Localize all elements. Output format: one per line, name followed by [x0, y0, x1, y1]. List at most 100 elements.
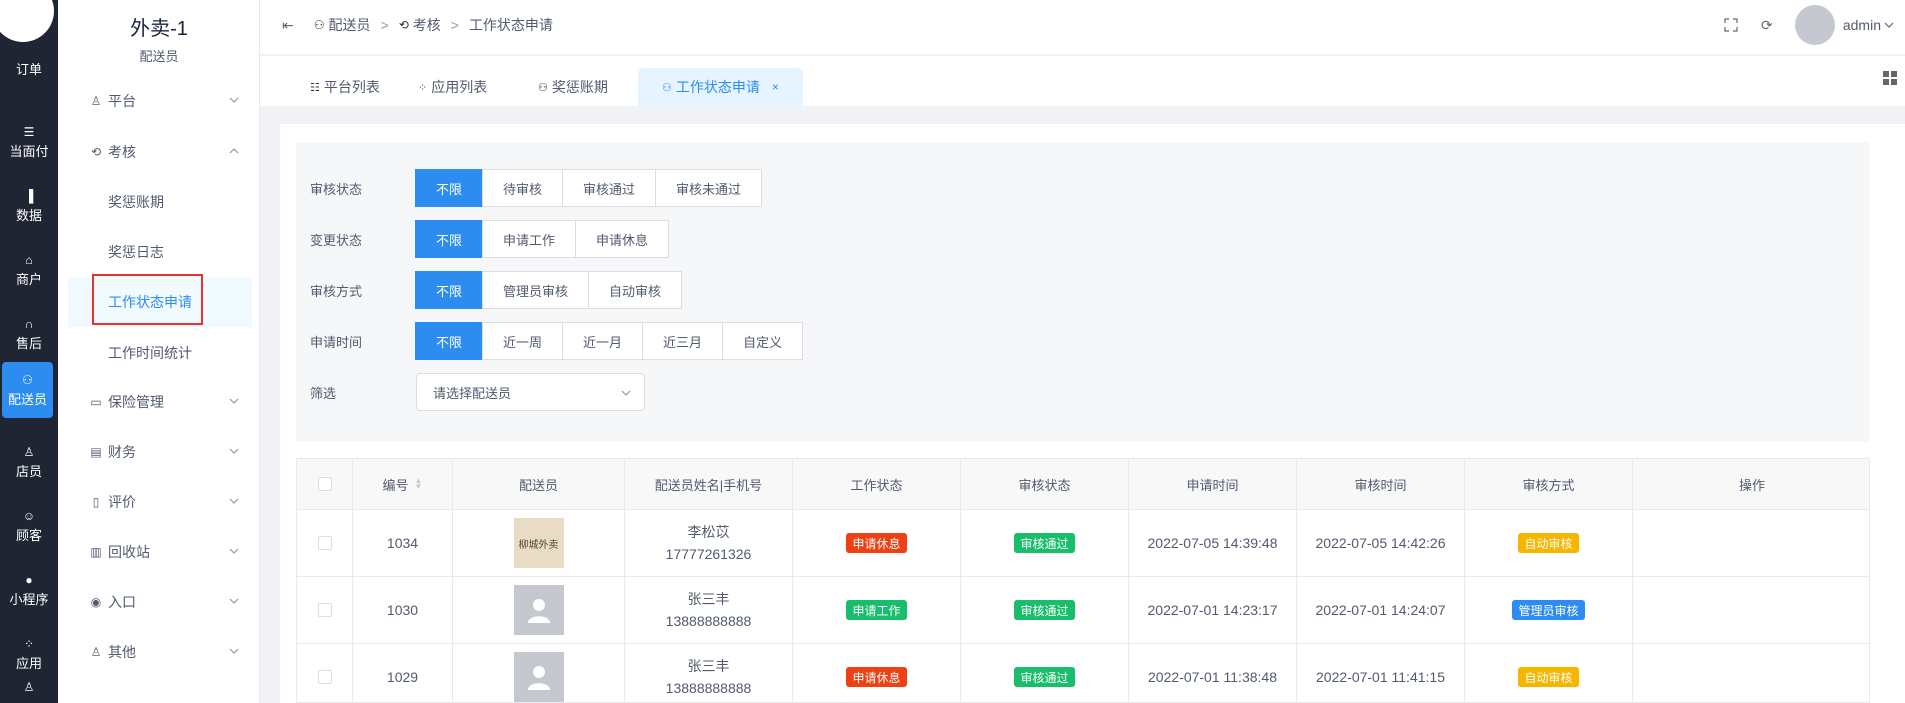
cell-work-status: 申请休息 — [793, 510, 961, 576]
tab-work-status-apply[interactable]: ⚇ 工作状态申请 × — [638, 68, 803, 106]
filter-label: 审核方式 — [310, 283, 363, 299]
cell-name-phone: 张三丰 13888888888 — [625, 577, 793, 643]
tab-reward-period[interactable]: ⚇ 奖惩账期 — [538, 68, 608, 106]
option-button[interactable]: 待审核 — [482, 169, 564, 207]
rail-item-apps[interactable]: ⁘ 应用 — [0, 626, 58, 682]
collapse-menu-icon[interactable]: ⇤ — [282, 17, 294, 34]
select-placeholder: 请选择配送员 — [433, 385, 512, 401]
audit-method-badge: 自动审核 — [1518, 533, 1579, 553]
top-header: ⇤ ⚇ 配送员 > ⟲ 考核 > 工作状态申请 ⟳ admin — [260, 0, 1905, 55]
audit-status-badge: 审核通过 — [1014, 533, 1075, 553]
grid-icon[interactable] — [1883, 71, 1897, 85]
tab-platform-list[interactable]: ☷ 平台列表 — [310, 68, 380, 106]
menu-entry[interactable]: ◉ 入口 — [88, 582, 258, 622]
rail-item-pay[interactable]: ☰ 当面付 — [0, 114, 58, 170]
laptop-icon: ▭ — [90, 395, 102, 409]
option-button[interactable]: 不限 — [415, 322, 484, 360]
audit-status-badge: 审核通过 — [1014, 600, 1075, 620]
fullscreen-icon[interactable] — [1723, 17, 1739, 33]
cell-audit-method: 管理员审核 — [1465, 577, 1633, 643]
menu-other[interactable]: ♙ 其他 — [88, 632, 258, 672]
rail-item-courier[interactable]: ⚇ 配送员 — [2, 362, 53, 418]
rail-item-staff[interactable]: ♙ 店员 — [0, 434, 58, 490]
row-select-cell — [297, 577, 353, 643]
menu-label: 考核 — [108, 144, 136, 160]
scooter-icon: ⚇ — [538, 81, 548, 94]
header-actions: ⟳ admin — [1723, 0, 1895, 50]
cell-apply-time: 2022-07-05 14:39:48 — [1129, 510, 1297, 576]
work-status-badge: 申请休息 — [846, 533, 907, 553]
option-button[interactable]: 近三月 — [642, 322, 724, 360]
rail-item-orders[interactable]: 订单 — [0, 48, 58, 78]
header-work-status: 工作状态 — [793, 459, 961, 509]
option-button[interactable]: 申请工作 — [482, 220, 577, 258]
option-button[interactable]: 审核未通过 — [655, 169, 763, 207]
menu-assess[interactable]: ⟲ 考核 — [88, 132, 258, 172]
menu-insurance[interactable]: ▭ 保险管理 — [88, 382, 258, 422]
row-checkbox[interactable] — [317, 670, 332, 684]
cell-avatar — [453, 644, 625, 702]
chevron-down-icon[interactable] — [1883, 19, 1895, 31]
option-button[interactable]: 不限 — [415, 271, 484, 309]
rail-item-miniapp[interactable]: ● 小程序 — [0, 562, 58, 618]
chevron-down-icon — [229, 498, 239, 504]
row-checkbox[interactable] — [317, 536, 332, 550]
finance-icon: ▤ — [90, 445, 102, 459]
menu-recycle[interactable]: ▥ 回收站 — [88, 532, 258, 572]
cell-audit-time: 2022-07-01 11:41:15 — [1297, 644, 1465, 702]
option-button[interactable]: 审核通过 — [562, 169, 657, 207]
tab-app-list[interactable]: ⁘ 应用列表 — [418, 68, 487, 106]
menu-label: 平台 — [108, 93, 136, 109]
option-button[interactable]: 申请休息 — [575, 220, 670, 258]
cell-apply-time: 2022-07-01 11:38:48 — [1129, 644, 1297, 702]
cell-actions — [1633, 644, 1869, 702]
cell-audit-status: 审核通过 — [961, 644, 1129, 702]
chevron-down-icon — [229, 97, 239, 103]
option-button[interactable]: 自定义 — [722, 322, 804, 360]
menu-review[interactable]: ▯ 评价 — [88, 482, 258, 522]
option-button[interactable]: 不限 — [415, 169, 484, 207]
reload-icon[interactable]: ⟳ — [1759, 17, 1775, 33]
submenu-work-time-stats[interactable]: 工作时间统计 — [50, 333, 200, 373]
submenu-reward-log[interactable]: 奖惩日志 — [50, 232, 200, 272]
rail-label: 应用 — [15, 655, 42, 671]
username[interactable]: admin — [1843, 17, 1881, 33]
menu-label: 评价 — [108, 494, 136, 510]
rail-item-more[interactable]: ♙ — [0, 680, 58, 703]
row-checkbox[interactable] — [317, 603, 332, 617]
avatar[interactable] — [1794, 5, 1835, 45]
header-name-phone: 配送员姓名|手机号 — [625, 459, 793, 509]
cell-audit-status: 审核通过 — [961, 577, 1129, 643]
close-icon[interactable]: × — [772, 80, 779, 94]
wechat-icon: ● — [25, 572, 33, 587]
select-all-checkbox[interactable] — [317, 477, 332, 491]
option-button[interactable]: 管理员审核 — [482, 271, 590, 309]
bar-chart-icon: ▐ — [24, 188, 34, 203]
audit-method-badge: 管理员审核 — [1512, 600, 1585, 620]
option-button[interactable]: 自动审核 — [588, 271, 683, 309]
submenu-reward-period[interactable]: 奖惩账期 — [50, 182, 200, 222]
sort-icon[interactable]: ▲ ▼ — [415, 477, 423, 491]
option-button[interactable]: 近一月 — [562, 322, 644, 360]
option-button[interactable]: 不限 — [415, 220, 484, 258]
entry-icon: ◉ — [90, 595, 102, 609]
apply-table: 编号 ▲ ▼ 配送员 配送员姓名|手机号 工作状态 审核状态 申请时间 审核时间 … — [296, 458, 1870, 703]
list-icon: ☰ — [23, 124, 35, 139]
courier-phone: 13888888888 — [665, 680, 752, 696]
rail-item-customer[interactable]: ☺ 顾客 — [0, 498, 58, 554]
breadcrumb-item-assess[interactable]: 考核 — [413, 15, 441, 35]
option-button[interactable]: 近一周 — [482, 322, 564, 360]
courier-avatar: 柳城外卖 — [513, 518, 564, 568]
menu-finance[interactable]: ▤ 财务 — [88, 432, 258, 472]
breadcrumb-item-courier[interactable]: 配送员 — [329, 15, 371, 35]
header-id[interactable]: 编号 ▲ ▼ — [353, 459, 453, 509]
header-audit-status: 审核状态 — [961, 459, 1129, 509]
cell-avatar: 柳城外卖 — [453, 510, 625, 576]
cell-work-status: 申请工作 — [793, 577, 961, 643]
courier-select[interactable]: 请选择配送员 — [416, 373, 645, 411]
menu-platform[interactable]: ♙ 平台 — [88, 81, 258, 121]
rail-label: 顾客 — [15, 527, 42, 543]
breadcrumb-item-current: 工作状态申请 — [468, 17, 553, 33]
courier-name: 张三丰 — [687, 591, 730, 607]
cell-name-phone: 李松苡 17777261326 — [625, 510, 793, 576]
